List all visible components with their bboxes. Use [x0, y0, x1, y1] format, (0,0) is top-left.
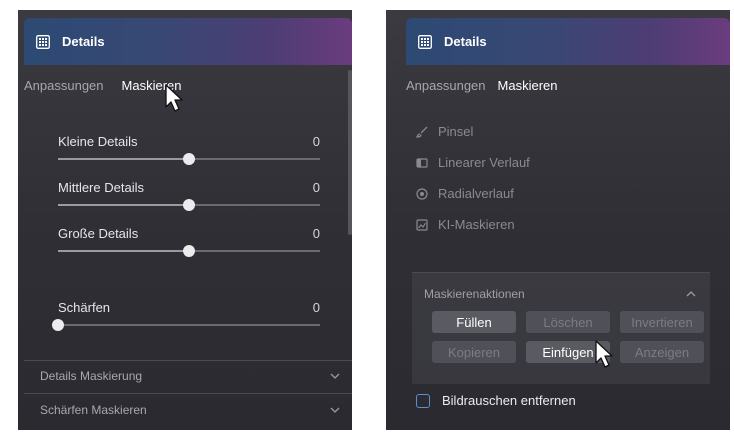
- tab-maskieren[interactable]: Maskieren: [498, 78, 558, 93]
- section-title: Maskierenaktionen: [424, 287, 525, 301]
- fill-button[interactable]: Füllen: [432, 311, 516, 333]
- section-schaerfen-maskieren[interactable]: Schärfen Maskieren: [24, 396, 352, 424]
- tool-linearer-verlauf[interactable]: Linearer Verlauf: [416, 155, 530, 170]
- slider-track[interactable]: [58, 153, 320, 165]
- details-panel-left: Details Anpassungen Maskieren Kleine Det…: [18, 10, 352, 430]
- tab-anpassungen[interactable]: Anpassungen: [24, 78, 104, 93]
- ai-mask-icon: [416, 218, 428, 231]
- slider-track[interactable]: [58, 245, 320, 257]
- section-label: Schärfen Maskieren: [40, 403, 147, 417]
- chevron-down-icon: [330, 373, 340, 379]
- tool-label: Radialverlauf: [438, 186, 514, 201]
- slider-track[interactable]: [58, 199, 320, 211]
- mask-actions-section: Maskierenaktionen Füllen Löschen Inverti…: [412, 272, 710, 384]
- slider-label: Schärfen: [58, 300, 111, 315]
- tab-bar: Anpassungen Maskieren: [24, 78, 181, 93]
- slider-thumb[interactable]: [52, 319, 64, 331]
- slider-kleine-details: Kleine Details 0: [58, 134, 320, 174]
- chevron-up-icon[interactable]: [686, 291, 696, 297]
- slider-value[interactable]: 0: [313, 300, 320, 315]
- tool-label: Pinsel: [438, 124, 474, 139]
- slider-thumb[interactable]: [183, 245, 195, 257]
- slider-fill: [58, 204, 189, 206]
- tool-radialverlauf[interactable]: Radialverlauf: [416, 186, 514, 201]
- panel-header[interactable]: Details: [406, 18, 730, 65]
- divider: [24, 360, 352, 361]
- slider-thumb[interactable]: [183, 153, 195, 165]
- panel-title: Details: [62, 34, 105, 49]
- slider-value[interactable]: 0: [313, 226, 320, 241]
- brush-icon: [416, 126, 428, 138]
- tool-label: KI-Maskieren: [438, 217, 515, 232]
- slider-label: Mittlere Details: [58, 180, 144, 195]
- section-details-maskierung[interactable]: Details Maskierung: [24, 362, 352, 390]
- details-grid-icon: [418, 34, 432, 49]
- details-grid-icon: [36, 34, 50, 49]
- slider-label: Große Details: [58, 226, 139, 241]
- delete-button[interactable]: Löschen: [526, 311, 610, 333]
- slider-fill: [58, 250, 189, 252]
- slider-label: Kleine Details: [58, 134, 138, 149]
- tool-ki-maskieren[interactable]: KI-Maskieren: [416, 217, 515, 232]
- divider: [24, 393, 352, 394]
- slider-schaerfen: Schärfen 0: [52, 300, 320, 340]
- noise-reduction-option[interactable]: Bildrauschen entfernen: [416, 393, 576, 408]
- slider-fill: [58, 158, 189, 160]
- paste-button[interactable]: Einfügen: [526, 341, 610, 363]
- panel-header[interactable]: Details: [24, 18, 352, 65]
- linear-gradient-icon: [416, 157, 428, 168]
- tab-anpassungen[interactable]: Anpassungen: [406, 78, 486, 93]
- invert-button[interactable]: Invertieren: [620, 311, 704, 333]
- tool-label: Linearer Verlauf: [438, 155, 530, 170]
- show-button[interactable]: Anzeigen: [620, 341, 704, 363]
- noise-reduction-checkbox[interactable]: [416, 393, 430, 408]
- tab-maskieren[interactable]: Maskieren: [122, 78, 182, 93]
- scrollbar[interactable]: [348, 70, 352, 235]
- slider-thumb[interactable]: [183, 199, 195, 211]
- slider-mittlere-details: Mittlere Details 0: [58, 180, 320, 220]
- tool-pinsel[interactable]: Pinsel: [416, 124, 473, 139]
- details-panel-right: Details Anpassungen Maskieren Pinsel Lin…: [386, 10, 730, 430]
- slider-grosse-details: Große Details 0: [58, 226, 320, 266]
- tab-bar: Anpassungen Maskieren: [406, 78, 557, 93]
- copy-button[interactable]: Kopieren: [432, 341, 516, 363]
- panel-title: Details: [444, 34, 487, 49]
- slider-value[interactable]: 0: [313, 134, 320, 149]
- chevron-down-icon: [330, 407, 340, 413]
- slider-track[interactable]: [52, 319, 320, 331]
- section-label: Details Maskierung: [40, 369, 143, 383]
- radial-gradient-icon: [416, 187, 428, 200]
- slider-value[interactable]: 0: [313, 180, 320, 195]
- checkbox-label: Bildrauschen entfernen: [442, 393, 576, 408]
